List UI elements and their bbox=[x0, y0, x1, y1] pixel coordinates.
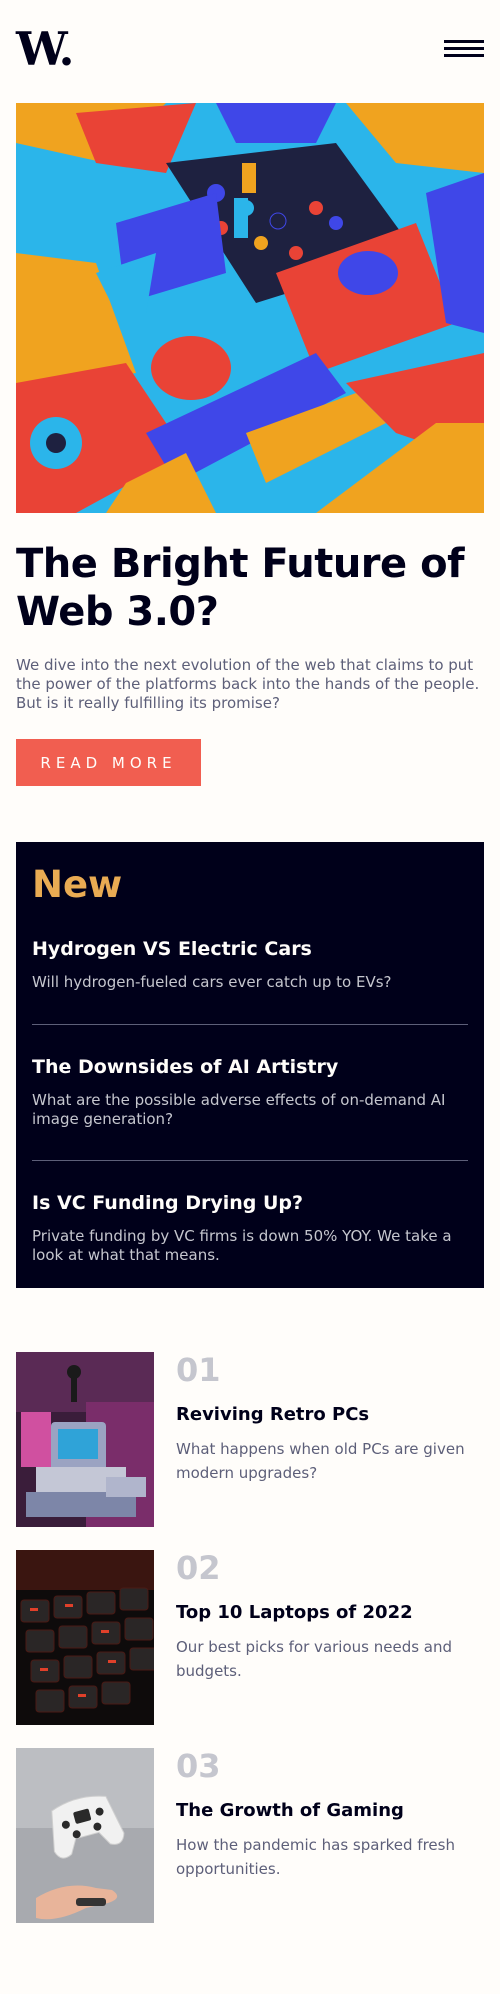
article-description: How the pandemic has sparked fresh oppor… bbox=[176, 1836, 455, 1878]
article-number: 02 bbox=[176, 1549, 221, 1587]
game-controller-icon bbox=[16, 1748, 154, 1923]
retro-pc-image bbox=[16, 1352, 154, 1527]
site-logo[interactable]: W. bbox=[16, 26, 74, 72]
new-articles-panel: New Hydrogen VS Electric Cars Will hydro… bbox=[16, 842, 484, 1288]
article-card: 01 Reviving Retro PCs What happens when … bbox=[16, 1352, 484, 1527]
hero-description: We dive into the next evolution of the w… bbox=[16, 656, 480, 712]
laptop-keyboard-icon bbox=[16, 1550, 154, 1725]
new-item-description: Private funding by VC firms is down 50% … bbox=[32, 1227, 452, 1264]
abstract-3d-shapes-icon bbox=[16, 103, 484, 513]
new-item: Hydrogen VS Electric Cars Will hydrogen-… bbox=[32, 937, 468, 992]
new-item-title[interactable]: Hydrogen VS Electric Cars bbox=[32, 937, 468, 961]
read-more-button[interactable]: READ MORE bbox=[16, 739, 201, 786]
new-item: The Downsides of AI Artistry What are th… bbox=[32, 1055, 468, 1129]
retro-pc-icon bbox=[16, 1352, 154, 1527]
article-description: Our best picks for various needs and bud… bbox=[176, 1638, 453, 1680]
hamburger-menu-icon[interactable] bbox=[444, 40, 484, 60]
article-number: 03 bbox=[176, 1747, 221, 1785]
article-card: 03 The Growth of Gaming How the pandemic… bbox=[16, 1748, 484, 1923]
article-description: What happens when old PCs are given mode… bbox=[176, 1440, 465, 1482]
divider bbox=[32, 1160, 468, 1161]
menu-line bbox=[444, 54, 484, 57]
article-number: 01 bbox=[176, 1351, 221, 1389]
menu-line bbox=[444, 40, 484, 43]
laptop-keyboard-image bbox=[16, 1550, 154, 1725]
new-item-description: What are the possible adverse effects of… bbox=[32, 1091, 446, 1128]
article-title[interactable]: Reviving Retro PCs bbox=[176, 1404, 369, 1426]
article-title[interactable]: Top 10 Laptops of 2022 bbox=[176, 1602, 413, 1624]
article-card: 02 Top 10 Laptops of 2022 Our best picks… bbox=[16, 1550, 484, 1725]
new-item: Is VC Funding Drying Up? Private funding… bbox=[32, 1191, 468, 1265]
menu-line bbox=[444, 47, 484, 50]
hero-image bbox=[16, 103, 484, 513]
site-header: W. bbox=[16, 26, 484, 76]
new-item-title[interactable]: Is VC Funding Drying Up? bbox=[32, 1191, 468, 1215]
new-section-heading: New bbox=[32, 863, 123, 906]
new-item-description: Will hydrogen-fueled cars ever catch up … bbox=[32, 973, 392, 991]
hero-title: The Bright Future of Web 3.0? bbox=[16, 541, 464, 635]
divider bbox=[32, 1024, 468, 1025]
game-controller-image bbox=[16, 1748, 154, 1923]
new-item-title[interactable]: The Downsides of AI Artistry bbox=[32, 1055, 468, 1079]
article-title[interactable]: The Growth of Gaming bbox=[176, 1800, 404, 1822]
